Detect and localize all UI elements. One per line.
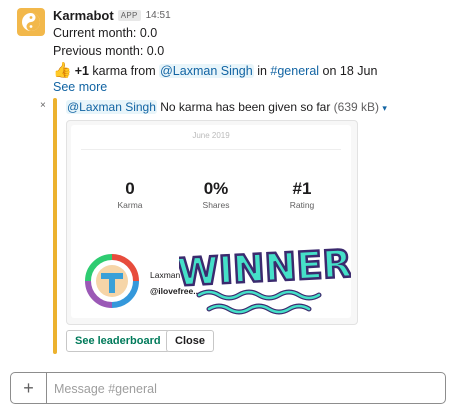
sender-name[interactable]: Karmabot xyxy=(53,8,114,23)
winner-sticker: WINNER xyxy=(179,240,351,315)
divider xyxy=(81,149,341,150)
attachment-accent-bar xyxy=(53,98,57,354)
see-leaderboard-button[interactable]: See leaderboard xyxy=(66,330,170,352)
current-month-text: Current month: 0.0 xyxy=(53,26,158,40)
stat-karma: 0 Karma xyxy=(95,179,165,210)
karmabot-avatar[interactable] xyxy=(17,8,45,36)
attachment-mention[interactable]: @Laxman Singh xyxy=(66,100,157,114)
karma-line: 👍 +1 karma from @Laxman Singh in #general… xyxy=(53,61,377,79)
karma-text-from: karma from xyxy=(88,64,160,78)
previous-month-text: Previous month: 0.0 xyxy=(53,44,165,58)
timestamp[interactable]: 14:51 xyxy=(146,10,171,21)
stat-value: 0% xyxy=(203,179,229,198)
message-input[interactable] xyxy=(52,377,436,401)
file-size: (639 kB) xyxy=(333,100,380,114)
user-mention[interactable]: @Laxman Singh xyxy=(159,64,254,78)
message-header: Karmabot APP 14:51 xyxy=(53,8,171,23)
attachment-title: @Laxman Singh No karma has been given so… xyxy=(66,100,387,114)
close-button[interactable]: Close xyxy=(166,330,214,352)
yin-yang-icon xyxy=(22,13,40,31)
thumbs-up-icon: 👍 xyxy=(53,62,72,79)
channel-link[interactable]: #general xyxy=(270,64,319,78)
sticker-text: WINNER xyxy=(179,241,351,294)
karma-amount: +1 xyxy=(74,64,89,78)
karma-card: June 2019 0 Karma 0% Shares #1 Rating La… xyxy=(71,125,351,318)
stat-label: Rating xyxy=(289,200,315,210)
plus-icon: + xyxy=(23,377,34,398)
karma-text-date: on 18 Jun xyxy=(319,64,378,78)
stat-value: 0 xyxy=(125,179,135,198)
stat-value: #1 xyxy=(292,179,312,198)
attachment-title-text: No karma has been given so far xyxy=(156,100,334,114)
stat-label: Karma xyxy=(117,200,143,210)
close-attachment-icon[interactable]: × xyxy=(40,100,46,111)
karma-card-image[interactable]: June 2019 0 Karma 0% Shares #1 Rating La… xyxy=(66,120,358,325)
message-composer: + xyxy=(10,372,446,404)
card-month: June 2019 xyxy=(192,131,230,140)
see-more-link[interactable]: See more xyxy=(53,80,107,94)
karma-text-in: in xyxy=(253,64,271,78)
add-attachment-button[interactable]: + xyxy=(11,373,47,403)
stat-rating: #1 Rating xyxy=(267,179,337,210)
chevron-down-icon[interactable]: ▾ xyxy=(382,103,387,113)
app-badge: APP xyxy=(117,10,141,21)
stat-label: Shares xyxy=(202,200,230,210)
user-logo-icon xyxy=(85,254,139,308)
stat-shares: 0% Shares xyxy=(181,179,251,210)
